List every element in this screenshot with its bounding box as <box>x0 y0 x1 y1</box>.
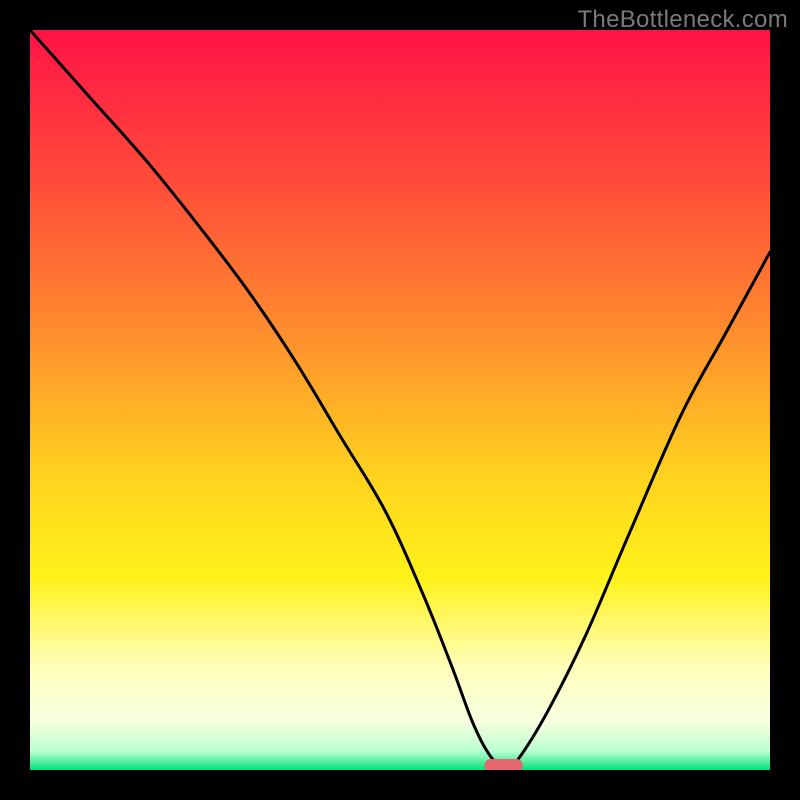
plot-background <box>30 30 770 770</box>
bottleneck-chart <box>0 0 800 800</box>
watermark-text: TheBottleneck.com <box>577 6 788 34</box>
chart-frame: TheBottleneck.com <box>0 0 800 800</box>
